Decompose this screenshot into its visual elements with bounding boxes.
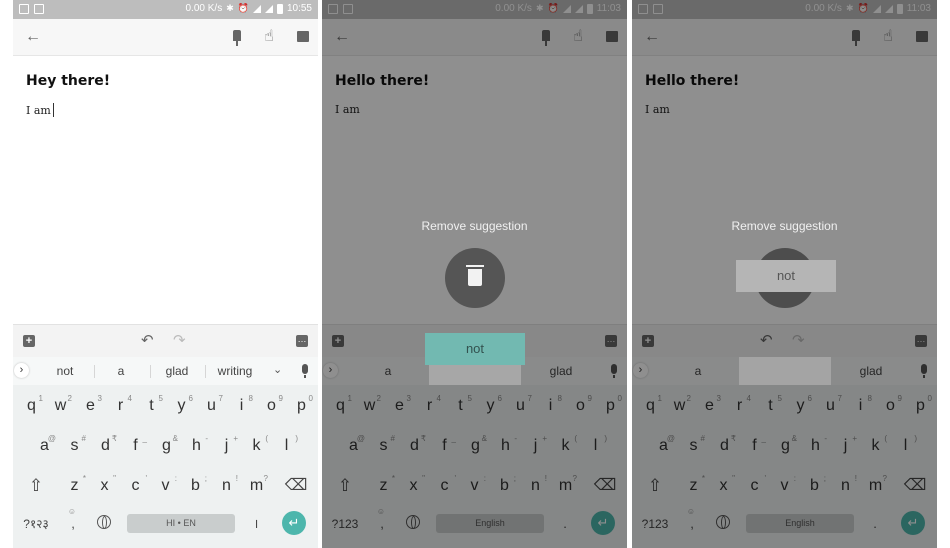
remove-drop-target[interactable]: [445, 248, 505, 308]
key-k[interactable]: k(: [242, 431, 271, 461]
redo-icon[interactable]: ↷: [173, 331, 186, 349]
suggestion-not[interactable]: not: [41, 364, 89, 378]
suggestion-writing[interactable]: writing: [210, 364, 260, 378]
space-bar[interactable]: HI • EN: [127, 514, 235, 533]
pin-icon[interactable]: [227, 27, 247, 47]
hand-pointer-icon[interactable]: ☝: [259, 27, 279, 47]
remove-suggestion-label: Remove suggestion: [421, 219, 528, 233]
enter-icon[interactable]: ↵: [282, 511, 306, 535]
key-n[interactable]: n!: [212, 471, 241, 501]
empty-suggestion-slot: [739, 357, 831, 385]
app-bar: ← ☝: [13, 19, 318, 56]
keyboard-row-2: a @ s # d ₹ f _ g & h- j + k( l): [13, 431, 318, 461]
hindi-period-key[interactable]: ।: [249, 509, 263, 539]
note-body[interactable]: I am: [26, 103, 54, 117]
key-o[interactable]: o9: [257, 391, 286, 421]
gallery-icon: [19, 4, 29, 14]
image-icon: [34, 4, 44, 14]
battery-icon: [276, 3, 283, 14]
text-cursor: [52, 103, 54, 117]
editor-toolbar: + ↶ ↷ …: [13, 324, 318, 357]
symbols-key[interactable]: ?१२३: [16, 509, 56, 539]
undo-icon[interactable]: ↶: [141, 331, 154, 349]
key-r[interactable]: r4: [106, 391, 135, 421]
key-j[interactable]: j +: [212, 431, 241, 461]
key-b[interactable]: b;: [181, 471, 210, 501]
remove-suggestion-label: Remove suggestion: [731, 219, 838, 233]
suggestion-divider: [205, 365, 206, 378]
screen-2: 0.00 K/s ✱ ⏰ 11:03 ← ☝ Hello there! I am…: [322, 0, 627, 548]
suggestion-a[interactable]: a: [99, 364, 143, 378]
key-l[interactable]: l): [272, 431, 301, 461]
key-g[interactable]: g &: [152, 431, 181, 461]
signal-icon: [264, 4, 273, 13]
wifi-icon: [252, 4, 261, 13]
key-f[interactable]: f _: [121, 431, 150, 461]
note-editor[interactable]: Hey there! I am: [13, 57, 318, 324]
suggestion-divider: [94, 365, 95, 378]
screen-3: 0.00 K/s ✱ ⏰ 11:03 ← ☝ Hello there! I am…: [632, 0, 937, 548]
key-y[interactable]: y6: [167, 391, 196, 421]
key-c[interactable]: c ': [121, 471, 150, 501]
suggestion-divider: [150, 365, 151, 378]
more-options-icon[interactable]: …: [296, 335, 308, 347]
keyboard-row-3: ⇧ z * x " c ' v: b; n! m? ⌫: [13, 471, 318, 501]
suggestion-glad[interactable]: glad: [155, 364, 199, 378]
globe-icon[interactable]: [97, 515, 111, 529]
key-v[interactable]: v:: [151, 471, 180, 501]
expand-chevron-icon[interactable]: ›: [14, 363, 29, 378]
key-w[interactable]: w2: [46, 391, 75, 421]
microphone-icon[interactable]: [302, 364, 308, 378]
dragged-suggestion-chip[interactable]: not: [736, 260, 836, 292]
status-bar: 0.00 K/s ✱ ⏰ 10:55: [13, 0, 318, 19]
key-m[interactable]: m?: [242, 471, 271, 501]
keyboard-row-1: q1 w2 e3 r4 t5 y6 u7 i8 o9 p0: [13, 391, 318, 421]
clock: 10:55: [286, 3, 312, 14]
key-t[interactable]: t5: [137, 391, 166, 421]
key-d[interactable]: d ₹: [91, 431, 120, 461]
key-a[interactable]: a @: [30, 431, 59, 461]
dragged-suggestion-chip[interactable]: not: [425, 333, 525, 365]
key-p[interactable]: p0: [287, 391, 316, 421]
backspace-icon[interactable]: ⌫: [281, 471, 311, 501]
key-q[interactable]: q1: [17, 391, 46, 421]
network-speed: 0.00 K/s: [185, 3, 223, 14]
key-x[interactable]: x ": [90, 471, 119, 501]
key-e[interactable]: e3: [76, 391, 105, 421]
collapse-chevron-icon[interactable]: ⌄: [273, 363, 282, 376]
suggestion-strip: › not a glad writing ⌄: [13, 357, 318, 385]
key-s[interactable]: s #: [60, 431, 89, 461]
shift-icon[interactable]: ⇧: [21, 471, 51, 501]
note-title[interactable]: Hey there!: [26, 73, 110, 89]
trash-icon: [466, 265, 484, 286]
archive-icon[interactable]: [293, 27, 313, 47]
key-i[interactable]: i8: [227, 391, 256, 421]
empty-suggestion-slot: [429, 365, 521, 385]
keyboard: q1 w2 e3 r4 t5 y6 u7 i8 o9 p0 a @ s # d ₹ f…: [13, 385, 318, 548]
key-u[interactable]: u7: [197, 391, 226, 421]
alarm-icon: ⏰: [237, 3, 249, 13]
key-h[interactable]: h-: [182, 431, 211, 461]
add-icon[interactable]: +: [23, 335, 35, 347]
bluetooth-icon: ✱: [226, 3, 234, 13]
screen-1: 0.00 K/s ✱ ⏰ 10:55 ← ☝ Hey there! I am +…: [13, 0, 318, 548]
back-arrow-icon[interactable]: ←: [23, 27, 43, 47]
emoji-icon: ☺: [67, 507, 77, 516]
